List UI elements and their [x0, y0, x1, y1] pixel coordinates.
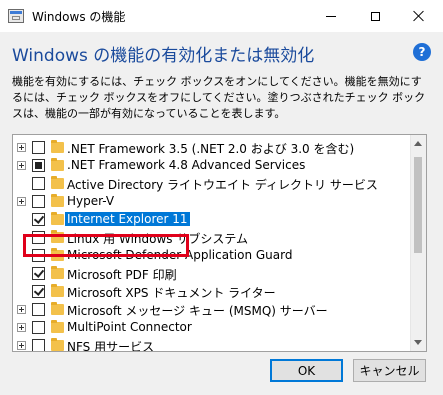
feature-label[interactable]: Microsoft PDF 印刷	[65, 266, 179, 283]
feature-checkbox[interactable]	[32, 267, 45, 280]
feature-row[interactable]: Microsoft メッセージ キュー (MSMQ) サーバー	[13, 301, 411, 319]
feature-checkbox[interactable]	[32, 195, 45, 208]
feature-row[interactable]: MultiPoint Connector	[13, 319, 411, 337]
scrollbar-thumb[interactable]	[414, 157, 422, 253]
dialog-heading: Windows の機能の有効化または無効化	[12, 46, 315, 66]
folder-icon	[51, 212, 64, 225]
vertical-scrollbar[interactable]	[410, 135, 426, 351]
feature-row[interactable]: Internet Explorer 11	[13, 211, 411, 229]
expand-plus-icon[interactable]	[17, 197, 26, 206]
cancel-button[interactable]: キャンセル	[353, 359, 426, 382]
ok-button[interactable]: OK	[270, 359, 343, 382]
feature-row[interactable]: Microsoft PDF 印刷	[13, 265, 411, 283]
folder-icon	[51, 284, 64, 297]
feature-label[interactable]: Microsoft メッセージ キュー (MSMQ) サーバー	[65, 302, 330, 319]
dialog-body: Windows の機能の有効化または無効化 ? 機能を有効にするには、チェック …	[0, 32, 443, 395]
feature-label[interactable]: .NET Framework 3.5 (.NET 2.0 および 3.0 を含む…	[65, 140, 356, 157]
folder-icon	[51, 176, 64, 189]
maximize-icon	[370, 11, 380, 21]
close-icon	[413, 10, 425, 22]
feature-label[interactable]: Internet Explorer 11	[65, 212, 190, 226]
feature-label[interactable]: NFS 用サービス	[65, 338, 156, 351]
expand-plus-icon[interactable]	[17, 143, 26, 152]
feature-checkbox[interactable]	[32, 177, 45, 190]
feature-label[interactable]: Active Directory ライトウエイト ディレクトリ サービス	[65, 176, 380, 193]
expand-plus-icon[interactable]	[17, 161, 26, 170]
feature-label[interactable]: MultiPoint Connector	[65, 320, 194, 334]
feature-checkbox[interactable]	[32, 285, 45, 298]
feature-checkbox[interactable]	[32, 141, 45, 154]
folder-icon	[51, 320, 64, 333]
feature-label[interactable]: Microsoft XPS ドキュメント ライター	[65, 284, 278, 301]
feature-row[interactable]: .NET Framework 3.5 (.NET 2.0 および 3.0 を含む…	[13, 139, 411, 157]
feature-row[interactable]: NFS 用サービス	[13, 337, 411, 351]
maximize-button[interactable]	[353, 0, 397, 32]
folder-icon	[51, 338, 64, 351]
feature-row[interactable]: .NET Framework 4.8 Advanced Services	[13, 157, 411, 175]
folder-icon	[51, 158, 64, 171]
dialog-description: 機能を有効にするには、チェック ボックスをオンにしてください。機能を無効にするに…	[12, 75, 426, 120]
expand-plus-icon[interactable]	[17, 305, 26, 314]
feature-row[interactable]: Active Directory ライトウエイト ディレクトリ サービス	[13, 175, 411, 193]
feature-checkbox[interactable]	[32, 303, 45, 316]
scroll-up-arrow-icon[interactable]	[414, 141, 422, 146]
folder-icon	[51, 302, 64, 315]
feature-label[interactable]: .NET Framework 4.8 Advanced Services	[65, 158, 307, 172]
minimize-button[interactable]	[309, 0, 353, 32]
highlight-annotation	[23, 234, 189, 257]
expand-plus-icon[interactable]	[17, 323, 26, 332]
folder-icon	[51, 140, 64, 153]
feature-checkbox[interactable]	[32, 159, 45, 172]
window-title: Windows の機能	[32, 10, 126, 24]
title-bar: Windows の機能	[0, 0, 443, 32]
feature-label[interactable]: Hyper-V	[65, 194, 116, 208]
scroll-down-arrow-icon[interactable]	[414, 340, 422, 345]
feature-row[interactable]: Hyper-V	[13, 193, 411, 211]
feature-checkbox[interactable]	[32, 321, 45, 334]
window-features-icon	[8, 9, 24, 23]
minimize-icon	[326, 15, 336, 17]
expand-plus-icon[interactable]	[17, 341, 26, 350]
close-button[interactable]	[397, 0, 441, 32]
folder-icon	[51, 266, 64, 279]
feature-checkbox[interactable]	[32, 213, 45, 226]
feature-row[interactable]: Microsoft XPS ドキュメント ライター	[13, 283, 411, 301]
help-icon[interactable]: ?	[413, 43, 431, 61]
feature-checkbox[interactable]	[32, 339, 45, 351]
folder-icon	[51, 194, 64, 207]
